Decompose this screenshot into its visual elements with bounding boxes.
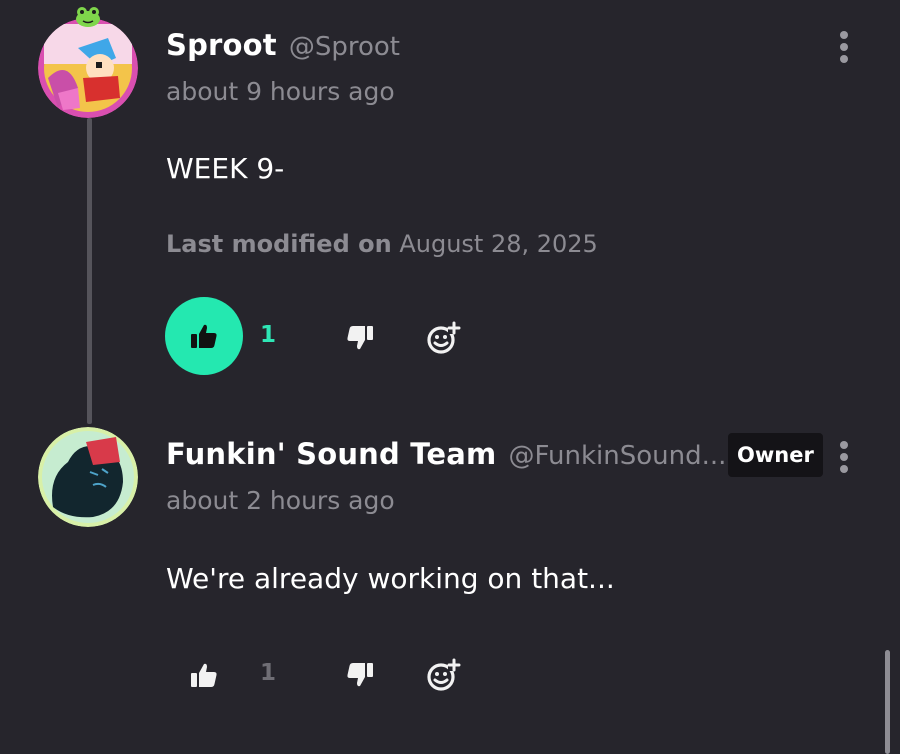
avatar-sproot[interactable] xyxy=(38,18,138,118)
more-dot xyxy=(840,55,848,63)
like-count: 1 xyxy=(260,660,277,686)
last-modified-date: August 28, 2025 xyxy=(399,230,598,258)
more-options-button[interactable] xyxy=(834,27,854,67)
comment-header: Sproot @Sproot xyxy=(166,28,400,62)
thumbs-up-icon xyxy=(191,663,217,687)
owner-badge: Owner xyxy=(728,433,823,477)
add-reaction-button[interactable] xyxy=(424,318,464,358)
display-name[interactable]: Sproot xyxy=(166,28,277,62)
avatar-funkin-sound-team[interactable] xyxy=(38,427,138,527)
more-options-button[interactable] xyxy=(834,437,854,477)
dislike-button[interactable] xyxy=(340,655,380,695)
like-button[interactable] xyxy=(165,297,243,375)
username[interactable]: @FunkinSound... xyxy=(508,441,726,471)
comment-header: Funkin' Sound Team @FunkinSound... xyxy=(166,437,726,471)
username[interactable]: @Sproot xyxy=(289,32,400,62)
more-dot xyxy=(840,465,848,473)
scrollbar[interactable] xyxy=(885,650,890,754)
frog-badge-icon xyxy=(74,4,102,28)
comments-thread: Sproot @Sproot about 9 hours ago WEEK 9-… xyxy=(0,0,900,754)
thumbs-down-icon xyxy=(347,326,373,350)
add-reaction-icon xyxy=(427,321,461,354)
add-reaction-icon xyxy=(427,658,461,691)
reply-thread-line xyxy=(87,118,92,424)
last-modified-label: Last modified on xyxy=(166,230,392,258)
like-button[interactable] xyxy=(184,655,224,695)
comment-timestamp: about 2 hours ago xyxy=(166,486,395,515)
thumbs-down-icon xyxy=(347,663,373,687)
comment-timestamp: about 9 hours ago xyxy=(166,77,395,106)
more-vertical-icon xyxy=(840,31,848,39)
more-dot xyxy=(840,453,848,461)
comment-body: We're already working on that... xyxy=(166,562,615,595)
display-name[interactable]: Funkin' Sound Team xyxy=(166,437,496,471)
add-reaction-button[interactable] xyxy=(424,655,464,695)
comment-body: WEEK 9- xyxy=(166,152,285,185)
last-modified-note: Last modified on August 28, 2025 xyxy=(166,230,598,258)
like-count: 1 xyxy=(260,322,277,348)
more-vertical-icon xyxy=(840,441,848,449)
more-dot xyxy=(840,43,848,51)
dislike-button[interactable] xyxy=(340,318,380,358)
thumbs-up-icon xyxy=(191,324,217,348)
